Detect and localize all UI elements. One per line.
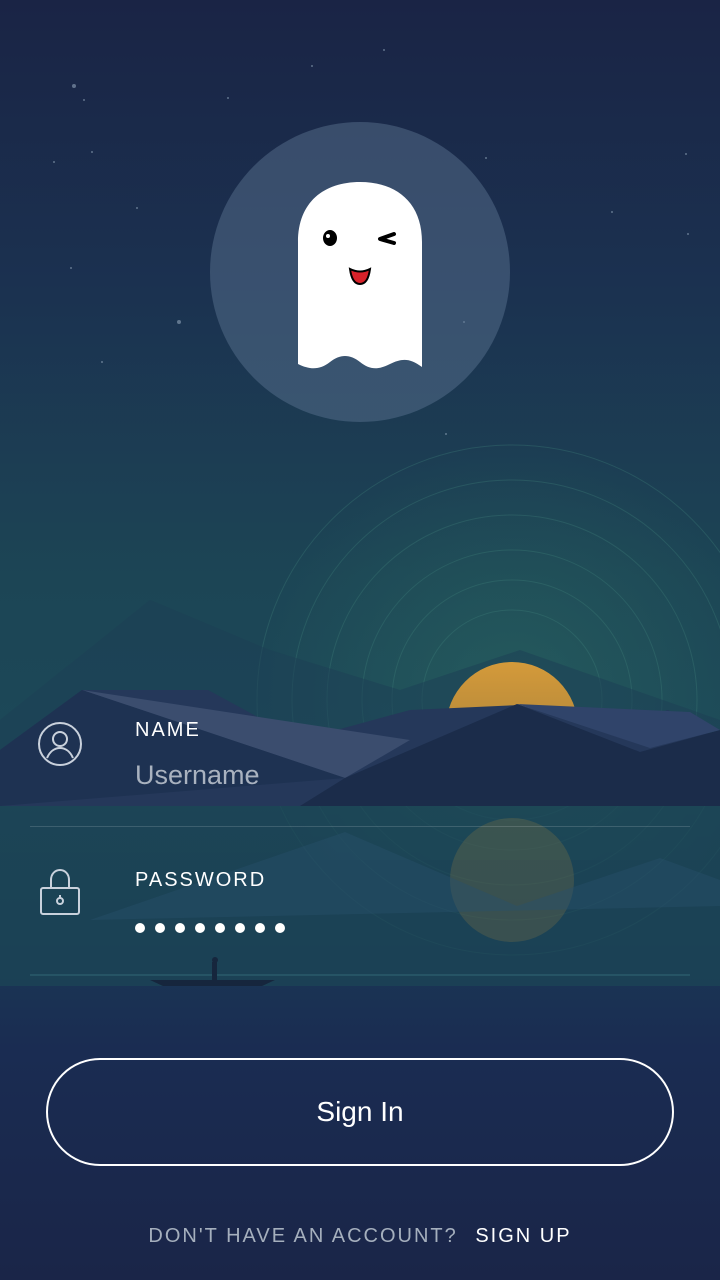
lock-icon <box>36 866 84 915</box>
password-mask-dot <box>135 923 145 933</box>
password-mask-dot <box>155 923 165 933</box>
password-mask-dot <box>255 923 265 933</box>
signup-prompt: DON'T HAVE AN ACCOUNT? SIGN UP <box>0 1225 720 1248</box>
password-mask-dot <box>215 923 225 933</box>
avatar <box>210 122 510 422</box>
password-field: PASSWORD <box>0 850 720 960</box>
username-input[interactable] <box>135 755 655 795</box>
password-label: PASSWORD <box>135 869 267 891</box>
password-mask-dot <box>195 923 205 933</box>
field-divider <box>30 826 690 827</box>
sign-up-link[interactable]: SIGN UP <box>475 1225 571 1247</box>
name-field: NAME <box>0 700 720 810</box>
user-circle-icon <box>36 720 84 768</box>
password-mask-dot <box>235 923 245 933</box>
password-mask-dot <box>275 923 285 933</box>
ghost-icon <box>210 122 510 422</box>
password-input[interactable] <box>135 923 285 933</box>
name-label: NAME <box>135 719 201 741</box>
sign-in-button[interactable]: Sign In <box>46 1058 674 1166</box>
signup-question: DON'T HAVE AN ACCOUNT? <box>148 1225 458 1247</box>
password-mask-dot <box>175 923 185 933</box>
login-screen: NAME PASSWORD Sign In DON'T HAVE AN ACCO… <box>0 0 720 1280</box>
